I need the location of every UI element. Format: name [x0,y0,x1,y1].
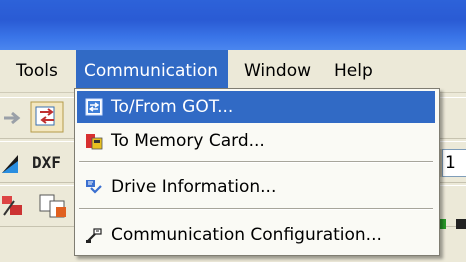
dxf-button[interactable]: DXF [32,151,72,175]
menu-item-communication-configuration[interactable]: Communication Configuration... [77,219,435,251]
to-from-got-icon [85,98,103,116]
title-bar [0,0,466,50]
menu-item-label: To/From GOT... [111,97,234,117]
memory-card-icon [86,134,103,150]
copy-icon[interactable] [38,193,70,221]
drive-information-icon [86,180,102,194]
menu-item-label: Drive Information... [111,177,277,197]
menu-item-drive-information[interactable]: Drive Information... [77,171,435,203]
menu-tools[interactable]: Tools [8,50,66,92]
menu-bar: Tools Communication Window Help [0,50,466,93]
menu-communication[interactable]: Communication [76,50,228,92]
red-tool-icon[interactable] [0,193,30,221]
toolbar-divider [440,149,442,177]
menu-help[interactable]: Help [326,50,381,92]
black-indicator [456,219,466,229]
menu-item-to-memory-card[interactable]: To Memory Card... [77,125,435,157]
menu-item-to-from-got[interactable]: To/From GOT... [77,91,435,123]
transfer-icon[interactable] [30,101,64,133]
menu-separator [79,161,433,163]
zoom-combo-value: 1 [445,153,456,173]
menu-separator [79,208,433,210]
zoom-combo[interactable]: 1 [442,149,466,177]
communication-configuration-icon [86,228,102,243]
menu-window[interactable]: Window [236,50,319,92]
arrow-right-icon[interactable] [0,107,28,129]
communication-menu: To/From GOT... To Memory Card... Drive I… [74,88,440,256]
menu-item-label: Communication Configuration... [111,225,382,245]
triangle-icon[interactable] [0,151,28,175]
menu-item-label: To Memory Card... [111,131,265,151]
